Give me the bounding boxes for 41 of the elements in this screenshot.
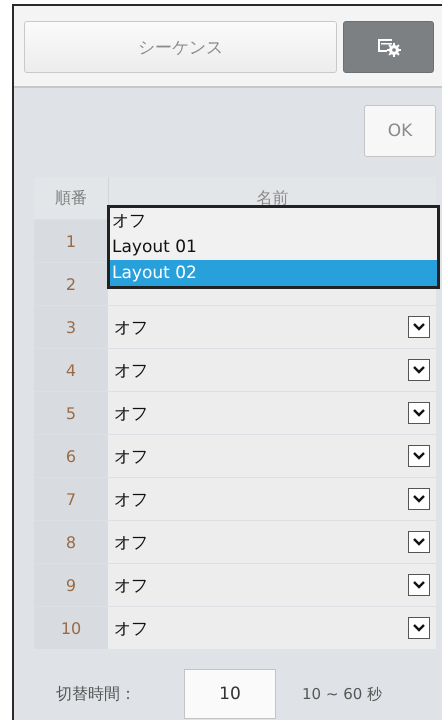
chevron-down-icon [413,452,425,460]
dropdown-button[interactable] [408,488,430,510]
dropdown-button[interactable] [408,617,430,639]
dropdown-button[interactable] [408,531,430,553]
row-number: 2 [34,263,108,305]
select-value: オフ [114,532,148,554]
chevron-down-icon [413,409,425,417]
column-header: 順番 [34,177,109,219]
row-number: 4 [34,349,108,391]
dropdown-button[interactable] [408,402,430,424]
select-value: オフ [114,488,148,510]
row-number: 1 [34,220,108,262]
dropdown-button[interactable] [408,445,430,467]
chevron-down-icon [413,495,425,503]
switch-time-field[interactable]: 10 [184,669,276,719]
dropdown-button[interactable] [408,316,430,338]
chevron-down-icon [413,323,425,331]
dropdown-button[interactable] [408,574,430,596]
select-value: オフ [114,360,148,382]
range-label: 10 ~ 60 秒 [302,684,382,704]
select-value: オフ [114,618,148,640]
row-number: 6 [34,435,108,477]
settings-tab[interactable] [343,21,434,73]
row-number: 7 [34,478,108,520]
row-number: 8 [34,521,108,563]
chevron-down-icon [413,366,425,374]
chevron-down-icon [413,538,425,546]
select-value: オフ [114,574,148,596]
row-number: 5 [34,392,108,434]
row-number: 9 [34,564,108,606]
dropdown-button[interactable] [408,359,430,381]
dropdown-option[interactable]: Layout 01 [110,234,437,260]
select-value: オフ [114,446,148,468]
settings-icon [376,36,402,58]
chevron-down-icon [413,581,425,589]
switch-time-label: 切替時間： [56,684,137,704]
row-number: 10 [34,607,108,649]
select-value: オフ [114,402,148,424]
select-value: オフ [114,316,148,338]
row-number: 3 [34,306,108,348]
chevron-down-icon [413,624,425,632]
